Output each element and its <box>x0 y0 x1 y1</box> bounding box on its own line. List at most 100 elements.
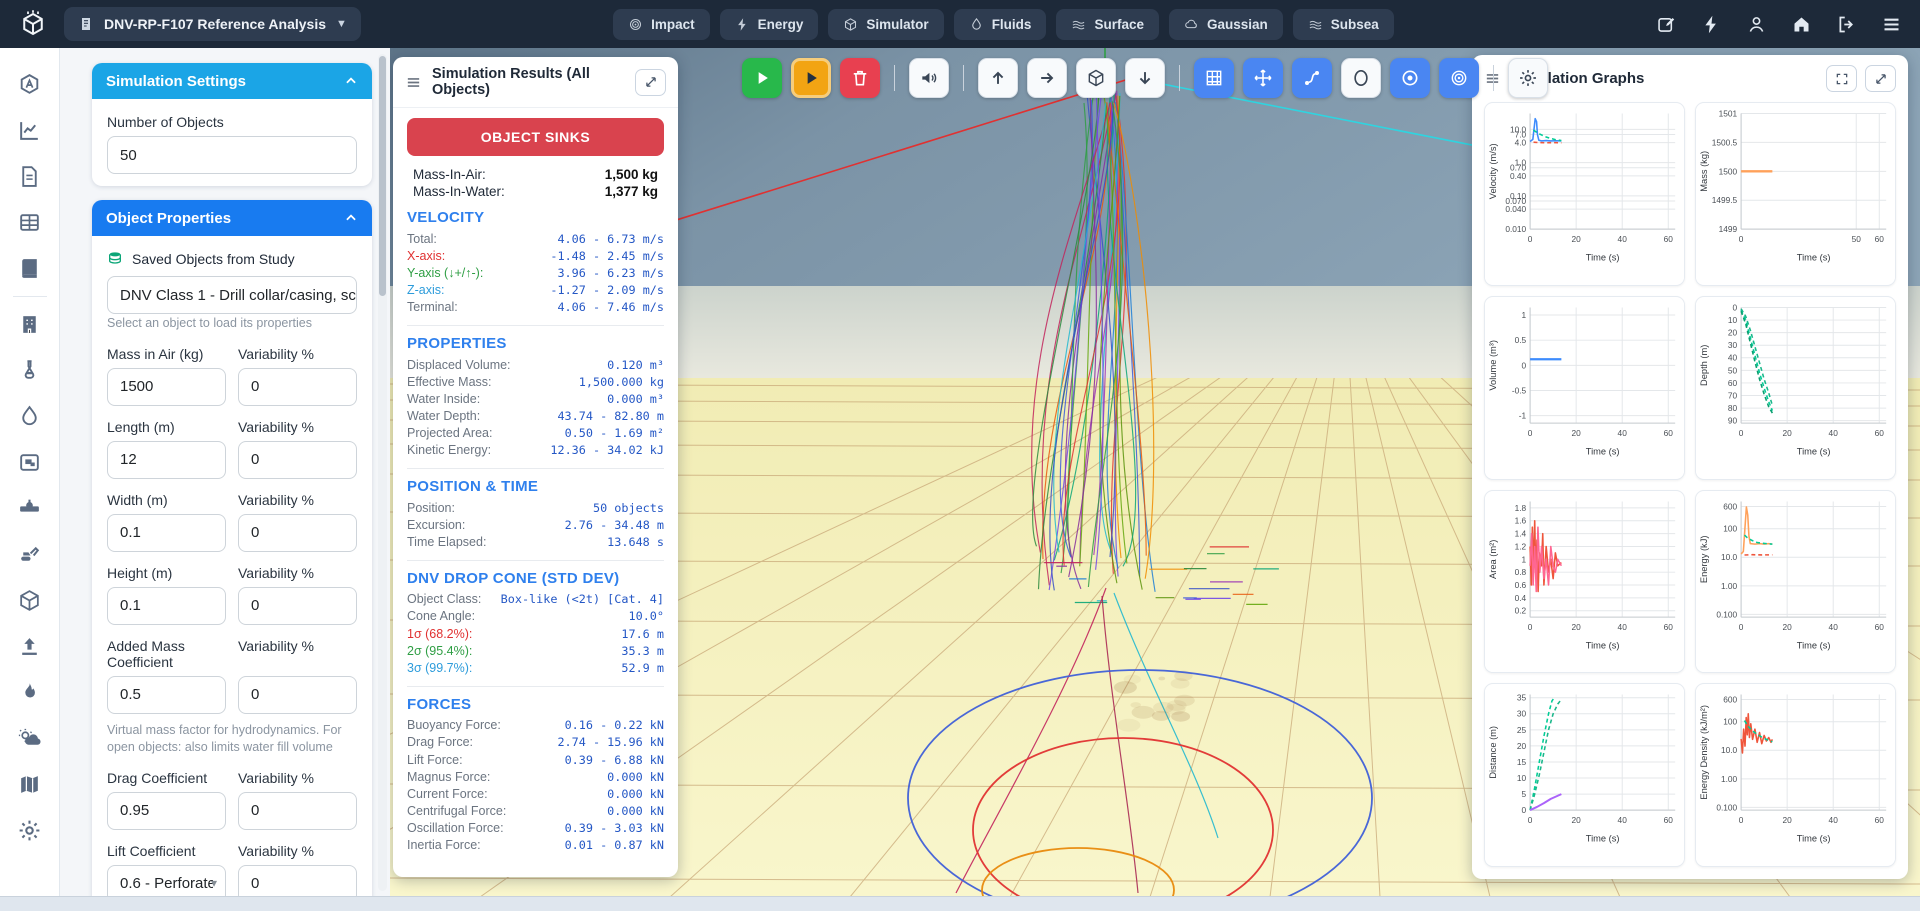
rail-upload-button[interactable] <box>17 634 42 659</box>
move-right-button[interactable] <box>1027 58 1067 98</box>
svg-text:10: 10 <box>1728 315 1738 325</box>
variability-input-0[interactable] <box>238 368 357 406</box>
clear-button[interactable] <box>840 58 880 98</box>
rail-flask-button[interactable] <box>17 358 42 383</box>
rail-excavator-button[interactable] <box>17 542 42 567</box>
scrollbar-thumb[interactable] <box>379 56 386 296</box>
chart-card-4[interactable]: 0.20.40.60.811.21.41.61.80204060Area (m²… <box>1484 490 1685 674</box>
svg-text:60: 60 <box>1875 234 1885 244</box>
object-sinks-status-button[interactable]: OBJECT SINKS <box>407 118 664 156</box>
field-input-5[interactable] <box>107 792 226 830</box>
chart-card-1[interactable]: 15011500.515001499.5149905060Mass (kg)Ti… <box>1695 102 1896 286</box>
field-input-4[interactable] <box>107 676 226 714</box>
nav-tab-fluids[interactable]: Fluids <box>954 9 1047 40</box>
field-input-2[interactable] <box>107 514 226 552</box>
run-button[interactable] <box>742 58 782 98</box>
rail-image-button[interactable] <box>17 450 42 475</box>
ellipse-toggle-button[interactable] <box>1341 58 1381 98</box>
trajectory-toggle-button[interactable] <box>1292 58 1332 98</box>
variability-input-4[interactable] <box>238 676 357 714</box>
rail-file-button[interactable] <box>17 164 42 189</box>
graphs-collapse-button[interactable] <box>1865 65 1896 92</box>
object-view-button[interactable] <box>1076 58 1116 98</box>
variability-input-5[interactable] <box>238 792 357 830</box>
result-value: -1.48 - 2.45 m/s <box>550 249 664 263</box>
user-button[interactable] <box>1746 14 1767 35</box>
rail-valve-button[interactable] <box>17 496 42 521</box>
field-input-0[interactable] <box>107 368 226 406</box>
viewport-3d[interactable]: Simulation Results (All Objects) OBJECT … <box>390 48 1920 897</box>
field-input-6[interactable] <box>107 865 226 898</box>
waves-icon <box>1071 17 1086 32</box>
saved-objects-select[interactable]: DNV Class 1 - Drill collar/casing, scaff… <box>107 276 357 314</box>
rail-building-button[interactable] <box>17 312 42 337</box>
chart-card-6[interactable]: 051015202530350204060Distance (m)Time (s… <box>1484 683 1685 867</box>
grid-toggle-button[interactable] <box>1194 58 1234 98</box>
rail-droplet-button[interactable] <box>17 404 42 429</box>
object-properties-header[interactable]: Object Properties <box>92 200 372 236</box>
nav-tab-simulator[interactable]: Simulator <box>828 9 943 40</box>
chart-Mass (kg): 15011500.515001499.5149905060Mass (kg)Ti… <box>1696 103 1895 285</box>
result-label: Effective Mass: <box>407 375 492 389</box>
nav-tab-impact[interactable]: Impact <box>613 9 710 40</box>
play-icon <box>752 68 772 88</box>
rail-logo-a-button[interactable] <box>17 72 42 97</box>
rail-book-button[interactable] <box>17 256 42 281</box>
move-down-button[interactable] <box>1125 58 1165 98</box>
move-up-button[interactable] <box>978 58 1018 98</box>
variability-input-6[interactable] <box>238 865 357 898</box>
nav-tab-gaussian[interactable]: Gaussian <box>1169 9 1283 40</box>
bolt-button[interactable] <box>1701 14 1722 35</box>
weather-icon <box>17 726 42 751</box>
document-icon <box>78 16 94 32</box>
edit-button[interactable] <box>1656 14 1677 35</box>
chart-card-3[interactable]: 01020304050607080900204060Depth (m)Time … <box>1695 296 1896 480</box>
number-of-objects-input[interactable] <box>107 136 357 174</box>
rail-gear-button[interactable] <box>17 818 42 843</box>
saved-objects-row: Saved Objects from Study <box>107 251 357 267</box>
field-input-1[interactable] <box>107 441 226 479</box>
variability-input-1[interactable] <box>238 441 357 479</box>
nav-tab-subsea[interactable]: Subsea <box>1293 9 1394 40</box>
chart-card-0[interactable]: 10.07.04.01.00.700.400.100.0700.0400.010… <box>1484 102 1685 286</box>
viewport-settings-button[interactable] <box>1508 58 1548 98</box>
chart-card-5[interactable]: 60010010.01.000.1000204060Energy (kJ)Tim… <box>1695 490 1896 674</box>
disc-toggle-button[interactable] <box>1390 58 1430 98</box>
home-button[interactable] <box>1791 14 1812 35</box>
menu-button[interactable] <box>1881 14 1902 35</box>
sign-out-button[interactable] <box>1836 14 1857 35</box>
result-label: Total: <box>407 232 437 246</box>
rail-flame-button[interactable] <box>17 680 42 705</box>
sound-button[interactable] <box>909 58 949 98</box>
variability-label: Variability % <box>238 638 357 670</box>
nav-tab-energy[interactable]: Energy <box>720 9 819 40</box>
project-selector[interactable]: DNV-RP-F107 Reference Analysis ▼ <box>64 7 361 41</box>
bottom-scrollbar[interactable] <box>0 896 1920 911</box>
pan-button[interactable] <box>1243 58 1283 98</box>
field-input-3[interactable] <box>107 587 226 625</box>
step-button[interactable] <box>791 58 831 98</box>
result-value: 0.16 - 0.22 kN <box>565 718 664 732</box>
flask-icon <box>17 358 42 383</box>
simulation-settings-header[interactable]: Simulation Settings <box>92 63 372 99</box>
rail-weather-button[interactable] <box>17 726 42 751</box>
results-expand-button[interactable] <box>635 69 666 96</box>
svg-text:70: 70 <box>1728 390 1738 400</box>
variability-label: Variability % <box>238 346 357 362</box>
rail-table-button[interactable] <box>17 210 42 235</box>
svg-text:0: 0 <box>1528 234 1533 244</box>
graphs-fullscreen-button[interactable] <box>1826 65 1857 92</box>
variability-input-2[interactable] <box>238 514 357 552</box>
variability-input-3[interactable] <box>238 587 357 625</box>
chart-card-7[interactable]: 60010010.01.000.1000204060Energy Density… <box>1695 683 1896 867</box>
saved-objects-label: Saved Objects from Study <box>132 251 295 267</box>
mass-value: 1,377 kg <box>605 184 658 199</box>
settings-scrollbar[interactable] <box>378 54 387 891</box>
rail-cube-button[interactable] <box>17 588 42 613</box>
rail-chart-button[interactable] <box>17 118 42 143</box>
rail-map-button[interactable] <box>17 772 42 797</box>
drag-handle-icon[interactable] <box>405 74 422 91</box>
chart-card-2[interactable]: 10.50-0.5-10204060Volume (m³)Time (s) <box>1484 296 1685 480</box>
nav-tab-surface[interactable]: Surface <box>1056 9 1159 40</box>
rings-toggle-button[interactable] <box>1439 58 1479 98</box>
